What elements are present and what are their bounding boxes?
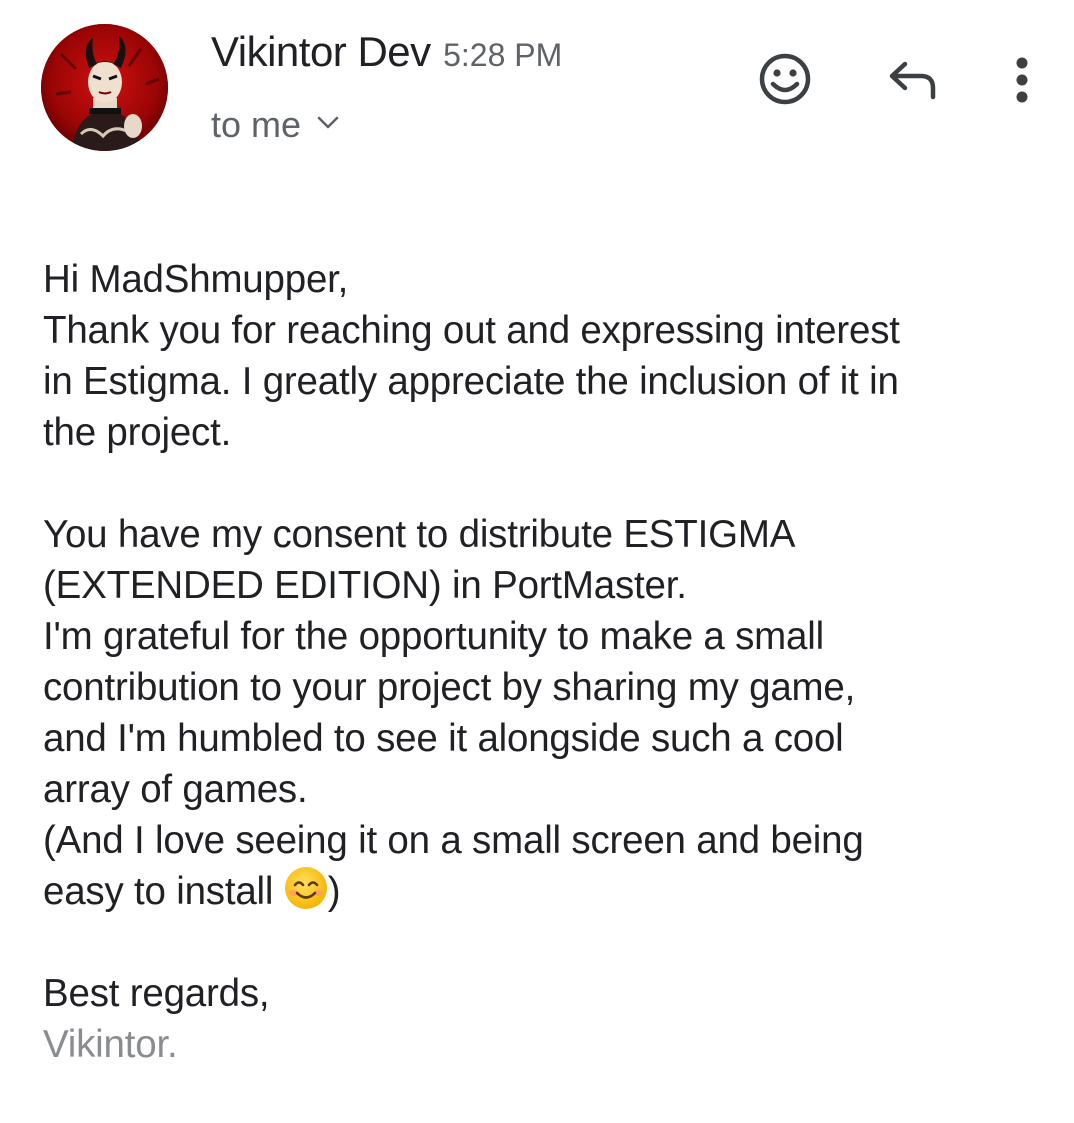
- recipient-label: to me: [211, 104, 302, 145]
- body-line: You have my consent to distribute ESTIGM…: [43, 513, 796, 556]
- smiling-face-emoji-icon: [284, 866, 328, 910]
- sender-name[interactable]: Vikintor Dev: [211, 28, 431, 75]
- reply-arrow-icon: [889, 61, 936, 100]
- recipient-details-toggle[interactable]: to me: [211, 104, 339, 146]
- sender-avatar[interactable]: [41, 24, 168, 151]
- add-reaction-button[interactable]: [752, 48, 818, 110]
- body-line: (And I love seeing it on a small screen …: [43, 819, 864, 862]
- avatar-demon-portrait-icon: [41, 24, 168, 151]
- sign-off: Best regards,: [43, 972, 270, 1015]
- body-line: (EXTENDED EDITION) in PortMaster.: [43, 564, 687, 607]
- sender-line: Vikintor Dev 5:28 PM: [211, 28, 562, 76]
- body-line: Thank you for reaching out and expressin…: [43, 309, 900, 352]
- body-line-text: easy to install: [43, 870, 274, 913]
- more-options-button[interactable]: [1000, 50, 1044, 110]
- greeting: Hi MadShmupper,: [43, 258, 349, 301]
- body-line: array of games.: [43, 768, 308, 811]
- message-body: Hi MadShmupper, Thank you for reaching o…: [43, 254, 1043, 1070]
- chevron-down-icon: [317, 116, 339, 135]
- smiley-face-icon: [759, 53, 811, 105]
- body-line: and I'm humbled to see it alongside such…: [43, 717, 844, 760]
- reply-button[interactable]: [880, 50, 946, 110]
- message-time: 5:28 PM: [443, 37, 563, 73]
- body-line: I'm grateful for the opportunity to make…: [43, 615, 824, 658]
- body-line-with-emoji: easy to install ): [43, 866, 1043, 917]
- body-line: the project.: [43, 411, 232, 454]
- more-vert-icon: [1016, 57, 1028, 103]
- signature: Vikintor.: [43, 1023, 178, 1066]
- body-line: contribution to your project by sharing …: [43, 666, 856, 709]
- closing-paren: ): [327, 870, 341, 913]
- body-line: in Estigma. I greatly appreciate the inc…: [43, 360, 899, 403]
